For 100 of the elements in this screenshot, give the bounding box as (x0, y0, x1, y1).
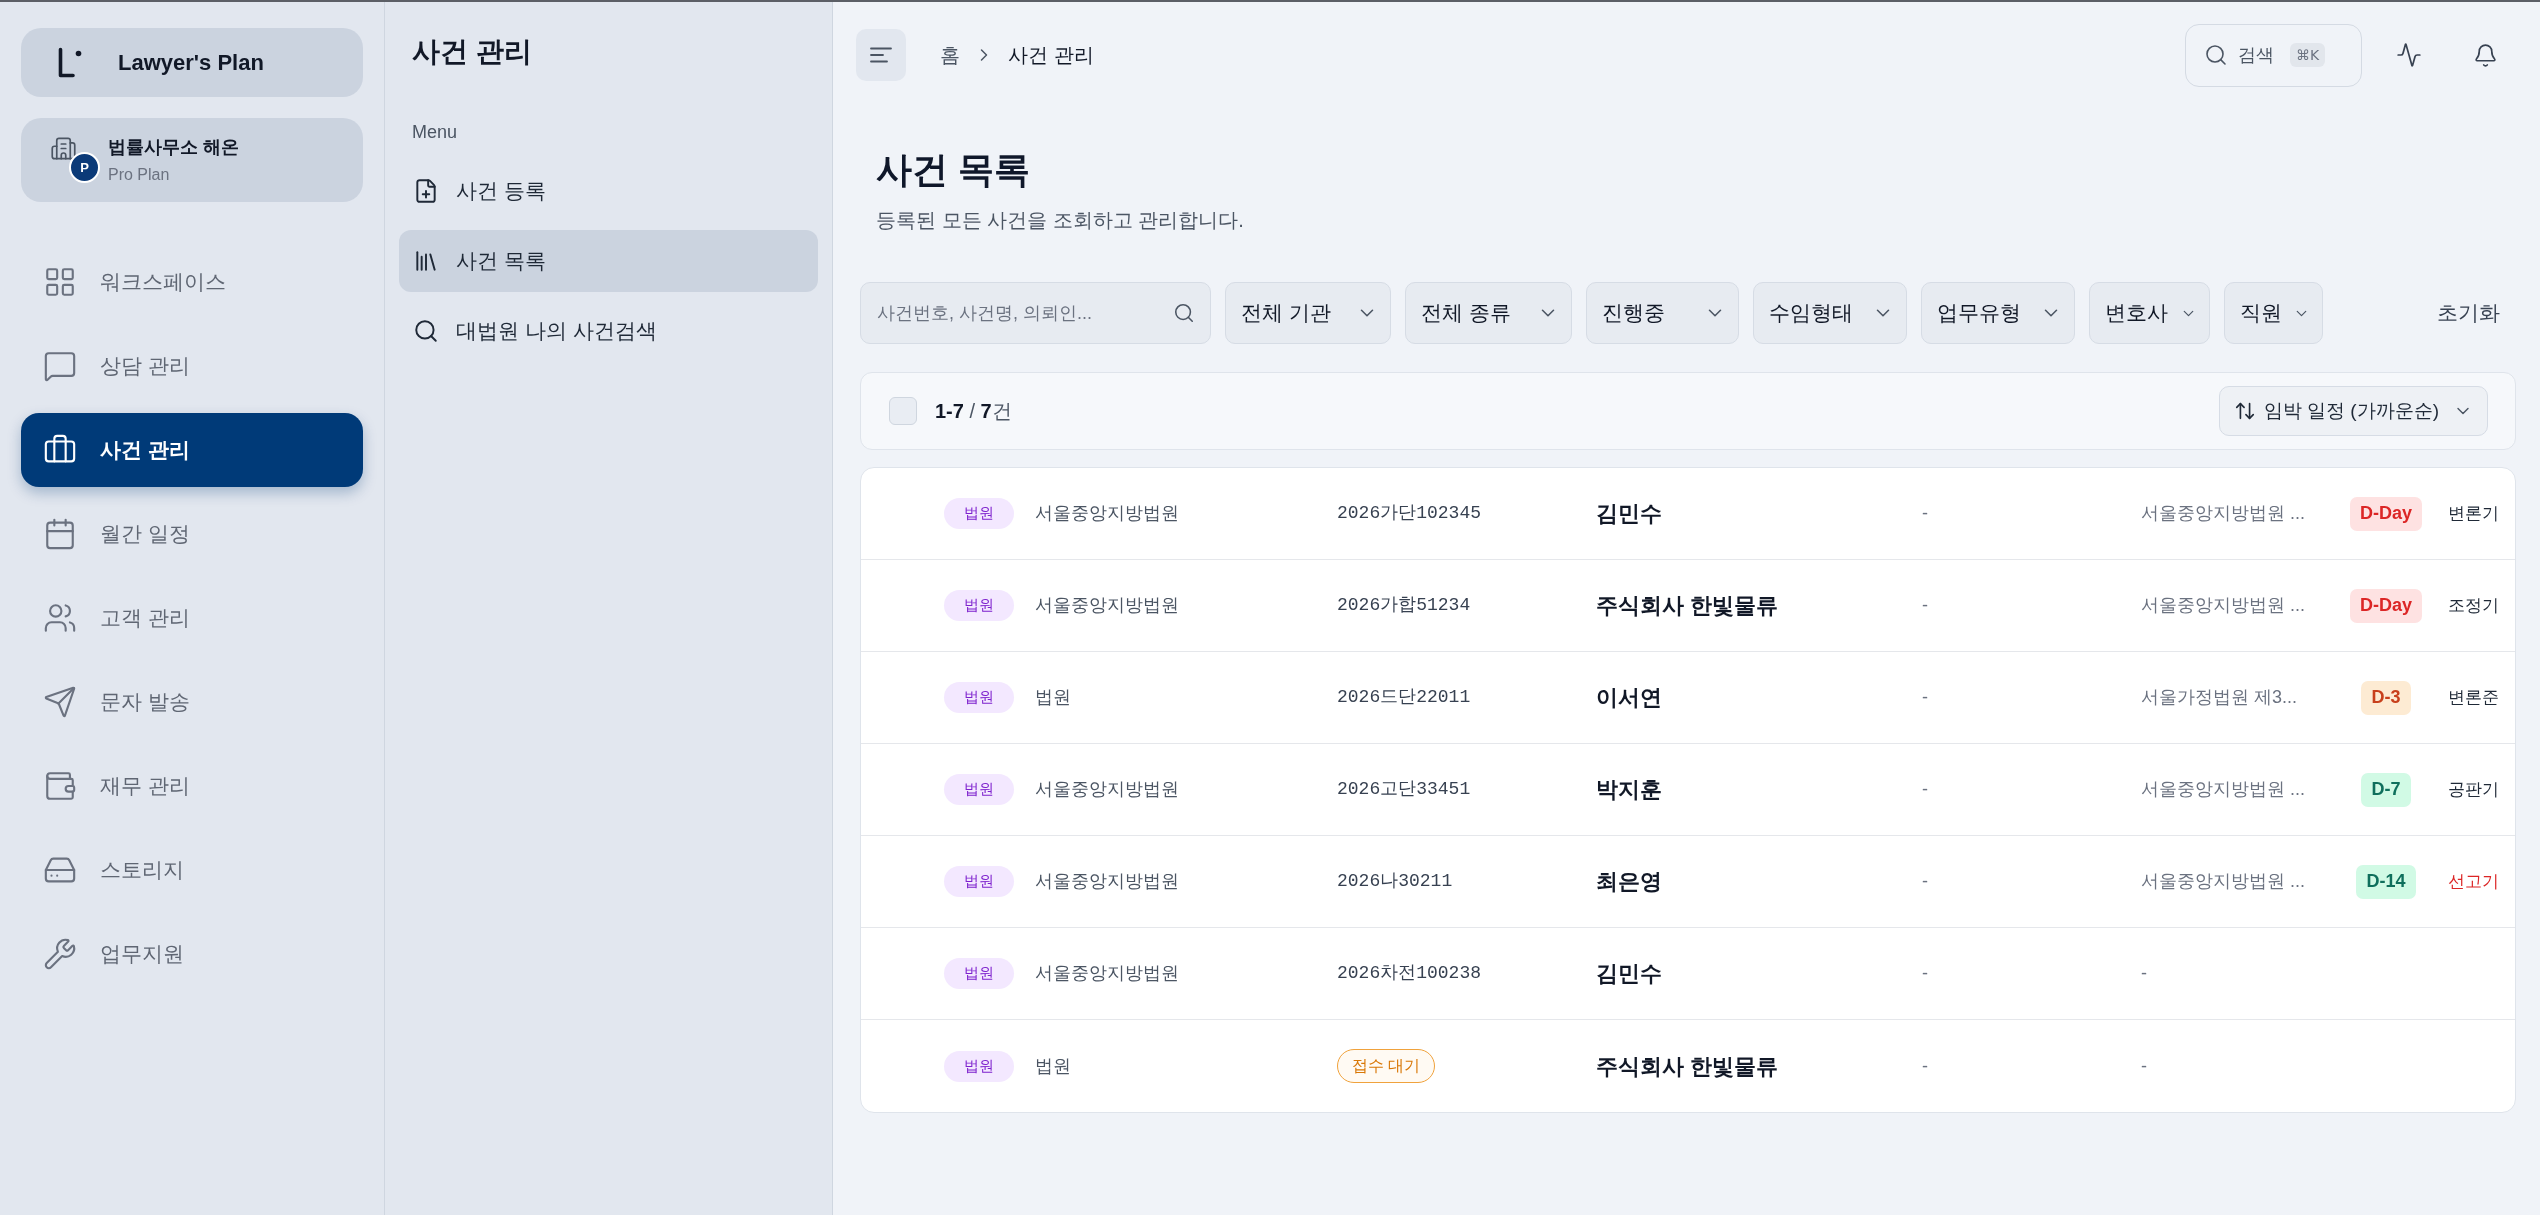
court-name: 법원 (1035, 1055, 1071, 1076)
table-cell: - (1922, 687, 1928, 707)
filter-dropdown[interactable]: 수임형태 (1753, 282, 1907, 344)
filter-dropdown[interactable]: 변호사 (2089, 282, 2210, 344)
calendar-icon (43, 517, 77, 551)
nav-item[interactable]: 월간 일정 (21, 497, 363, 571)
books-icon (413, 248, 439, 274)
brand-name: Lawyer's Plan (118, 49, 264, 77)
sidebar-toggle-button[interactable] (856, 29, 906, 81)
client-name: 김민수 (1596, 961, 1662, 986)
court-tag: 법원 (944, 682, 1014, 713)
select-all-checkbox[interactable] (889, 397, 917, 425)
section-title: 사건 관리 (412, 35, 532, 69)
client-name: 주식회사 한빛물류 (1596, 593, 1779, 618)
court-name: 법원 (1035, 687, 1071, 707)
grid-icon (43, 265, 77, 299)
filter-dropdown[interactable]: 업무유형 (1921, 282, 2075, 344)
schedule-text: 선고기 (2448, 870, 2499, 893)
case-number: 2026차전100238 (1337, 963, 1482, 983)
court-tag: 법원 (944, 498, 1014, 529)
court-name: 서울중앙지방법원 (1035, 779, 1179, 799)
court-tag: 법원 (944, 866, 1014, 897)
filter-dropdown[interactable]: 전체 종류 (1405, 282, 1572, 344)
court-tag: 법원 (944, 774, 1014, 805)
submenu-item[interactable]: 대법원 나의 사건검색 (399, 300, 818, 362)
nav-item[interactable]: 고객 관리 (21, 581, 363, 655)
search-label: 검색 (2238, 43, 2274, 67)
building-icon (50, 135, 77, 162)
case-number: 2026고단33451 (1337, 779, 1471, 799)
organization-card[interactable]: P 법률사무소 해온 Pro Plan (21, 118, 363, 202)
nav-item[interactable]: 사건 관리 (21, 413, 363, 487)
court-name: 서울중앙지방법원 (1035, 871, 1179, 891)
client-name: 박지훈 (1596, 777, 1662, 802)
case-number: 2026가단102345 (1337, 503, 1482, 523)
nav-item[interactable]: 워크스페이스 (21, 245, 363, 319)
nav-item[interactable]: 스토리지 (21, 833, 363, 907)
court-detail: 서울중앙지방법원 ... (2141, 595, 2305, 615)
submenu-item[interactable]: 사건 등록 (399, 160, 818, 222)
court-tag: 법원 (944, 590, 1014, 621)
submenu-item[interactable]: 사건 목록 (399, 230, 818, 292)
court-name: 서울중앙지방법원 (1035, 503, 1179, 523)
court-detail: - (2141, 963, 2147, 983)
court-detail: - (2141, 1055, 2147, 1076)
search-icon (413, 318, 439, 344)
logo-icon (58, 47, 82, 78)
court-name: 서울중앙지방법원 (1035, 963, 1179, 983)
filter-dropdown[interactable]: 진행중 (1586, 282, 1739, 344)
client-name: 이서연 (1596, 685, 1662, 710)
wallet-icon (43, 769, 77, 803)
d-day-badge: D-Day (2350, 496, 2422, 531)
reset-button[interactable]: 초기화 (2421, 282, 2516, 344)
table-cell: - (1922, 779, 1928, 799)
court-tag: 법원 (944, 958, 1014, 989)
sort-dropdown[interactable]: 임박 일정 (가까운순) (2218, 386, 2488, 436)
schedule-text: 변론준 (2448, 686, 2499, 709)
page-title: 사건 목록 (876, 148, 1030, 192)
table-cell: - (1922, 963, 1928, 983)
breadcrumb-link[interactable]: 홈 (940, 40, 960, 70)
schedule-text: 변론기 (2448, 502, 2499, 525)
court-name: 서울중앙지방법원 (1035, 595, 1179, 615)
schedule-text: 공판기 (2448, 778, 2499, 801)
plan-badge: P (69, 152, 100, 183)
plan-name: Pro Plan (108, 165, 171, 185)
search-field[interactable]: 사건번호, 사건명, 의뢰인... (860, 282, 1211, 344)
file-plus-icon (413, 178, 439, 204)
sort-arrows-icon (2233, 400, 2256, 422)
d-day-badge: D-Day (2350, 588, 2422, 623)
menu-icon (870, 47, 892, 63)
bell-icon (2472, 42, 2498, 68)
court-detail: 서울가정법원 제3... (2141, 687, 2297, 707)
menu-heading: Menu (412, 121, 458, 144)
search-icon (1173, 302, 1195, 324)
case-number: 2026가합51234 (1337, 595, 1471, 615)
court-detail: 서울중앙지방법원 ... (2141, 503, 2305, 523)
nav-item[interactable]: 재무 관리 (21, 749, 363, 823)
court-detail: 서울중앙지방법원 ... (2141, 871, 2305, 891)
shortcut-hint: ⌘K (2290, 43, 2326, 67)
court-tag: 법원 (944, 1050, 1014, 1082)
case-number: 2026나30211 (1337, 871, 1453, 891)
case-number: 2026드단22011 (1337, 687, 1471, 707)
table-cell: - (1922, 871, 1928, 891)
nav-item[interactable]: 문자 발송 (21, 665, 363, 739)
court-detail: 서울중앙지방법원 ... (2141, 779, 2305, 799)
table-cell: - (1922, 595, 1928, 615)
d-day-badge: D-7 (2361, 772, 2411, 807)
table-cell: - (1922, 1055, 1928, 1076)
filter-dropdown[interactable]: 직원 (2224, 282, 2323, 344)
d-day-badge: D-3 (2361, 680, 2411, 715)
users-icon (43, 601, 77, 635)
nav-item[interactable]: 상담 관리 (21, 329, 363, 403)
search-button[interactable]: 검색 ⌘K (2185, 23, 2362, 87)
brand-card[interactable]: Lawyer's Plan (21, 28, 363, 97)
nav-item[interactable]: 업무지원 (21, 917, 363, 991)
paper-plane-icon (43, 685, 77, 719)
organization-name: 법률사무소 해온 (108, 136, 239, 159)
status-pill: 접수 대기 (1337, 1049, 1436, 1083)
page-subtitle: 등록된 모든 사건을 조회하고 관리합니다. (876, 208, 1244, 233)
filter-dropdown[interactable]: 전체 기관 (1225, 282, 1391, 344)
result-count: 1-7 / 7건 (935, 399, 1012, 424)
wrench-icon (43, 937, 77, 971)
